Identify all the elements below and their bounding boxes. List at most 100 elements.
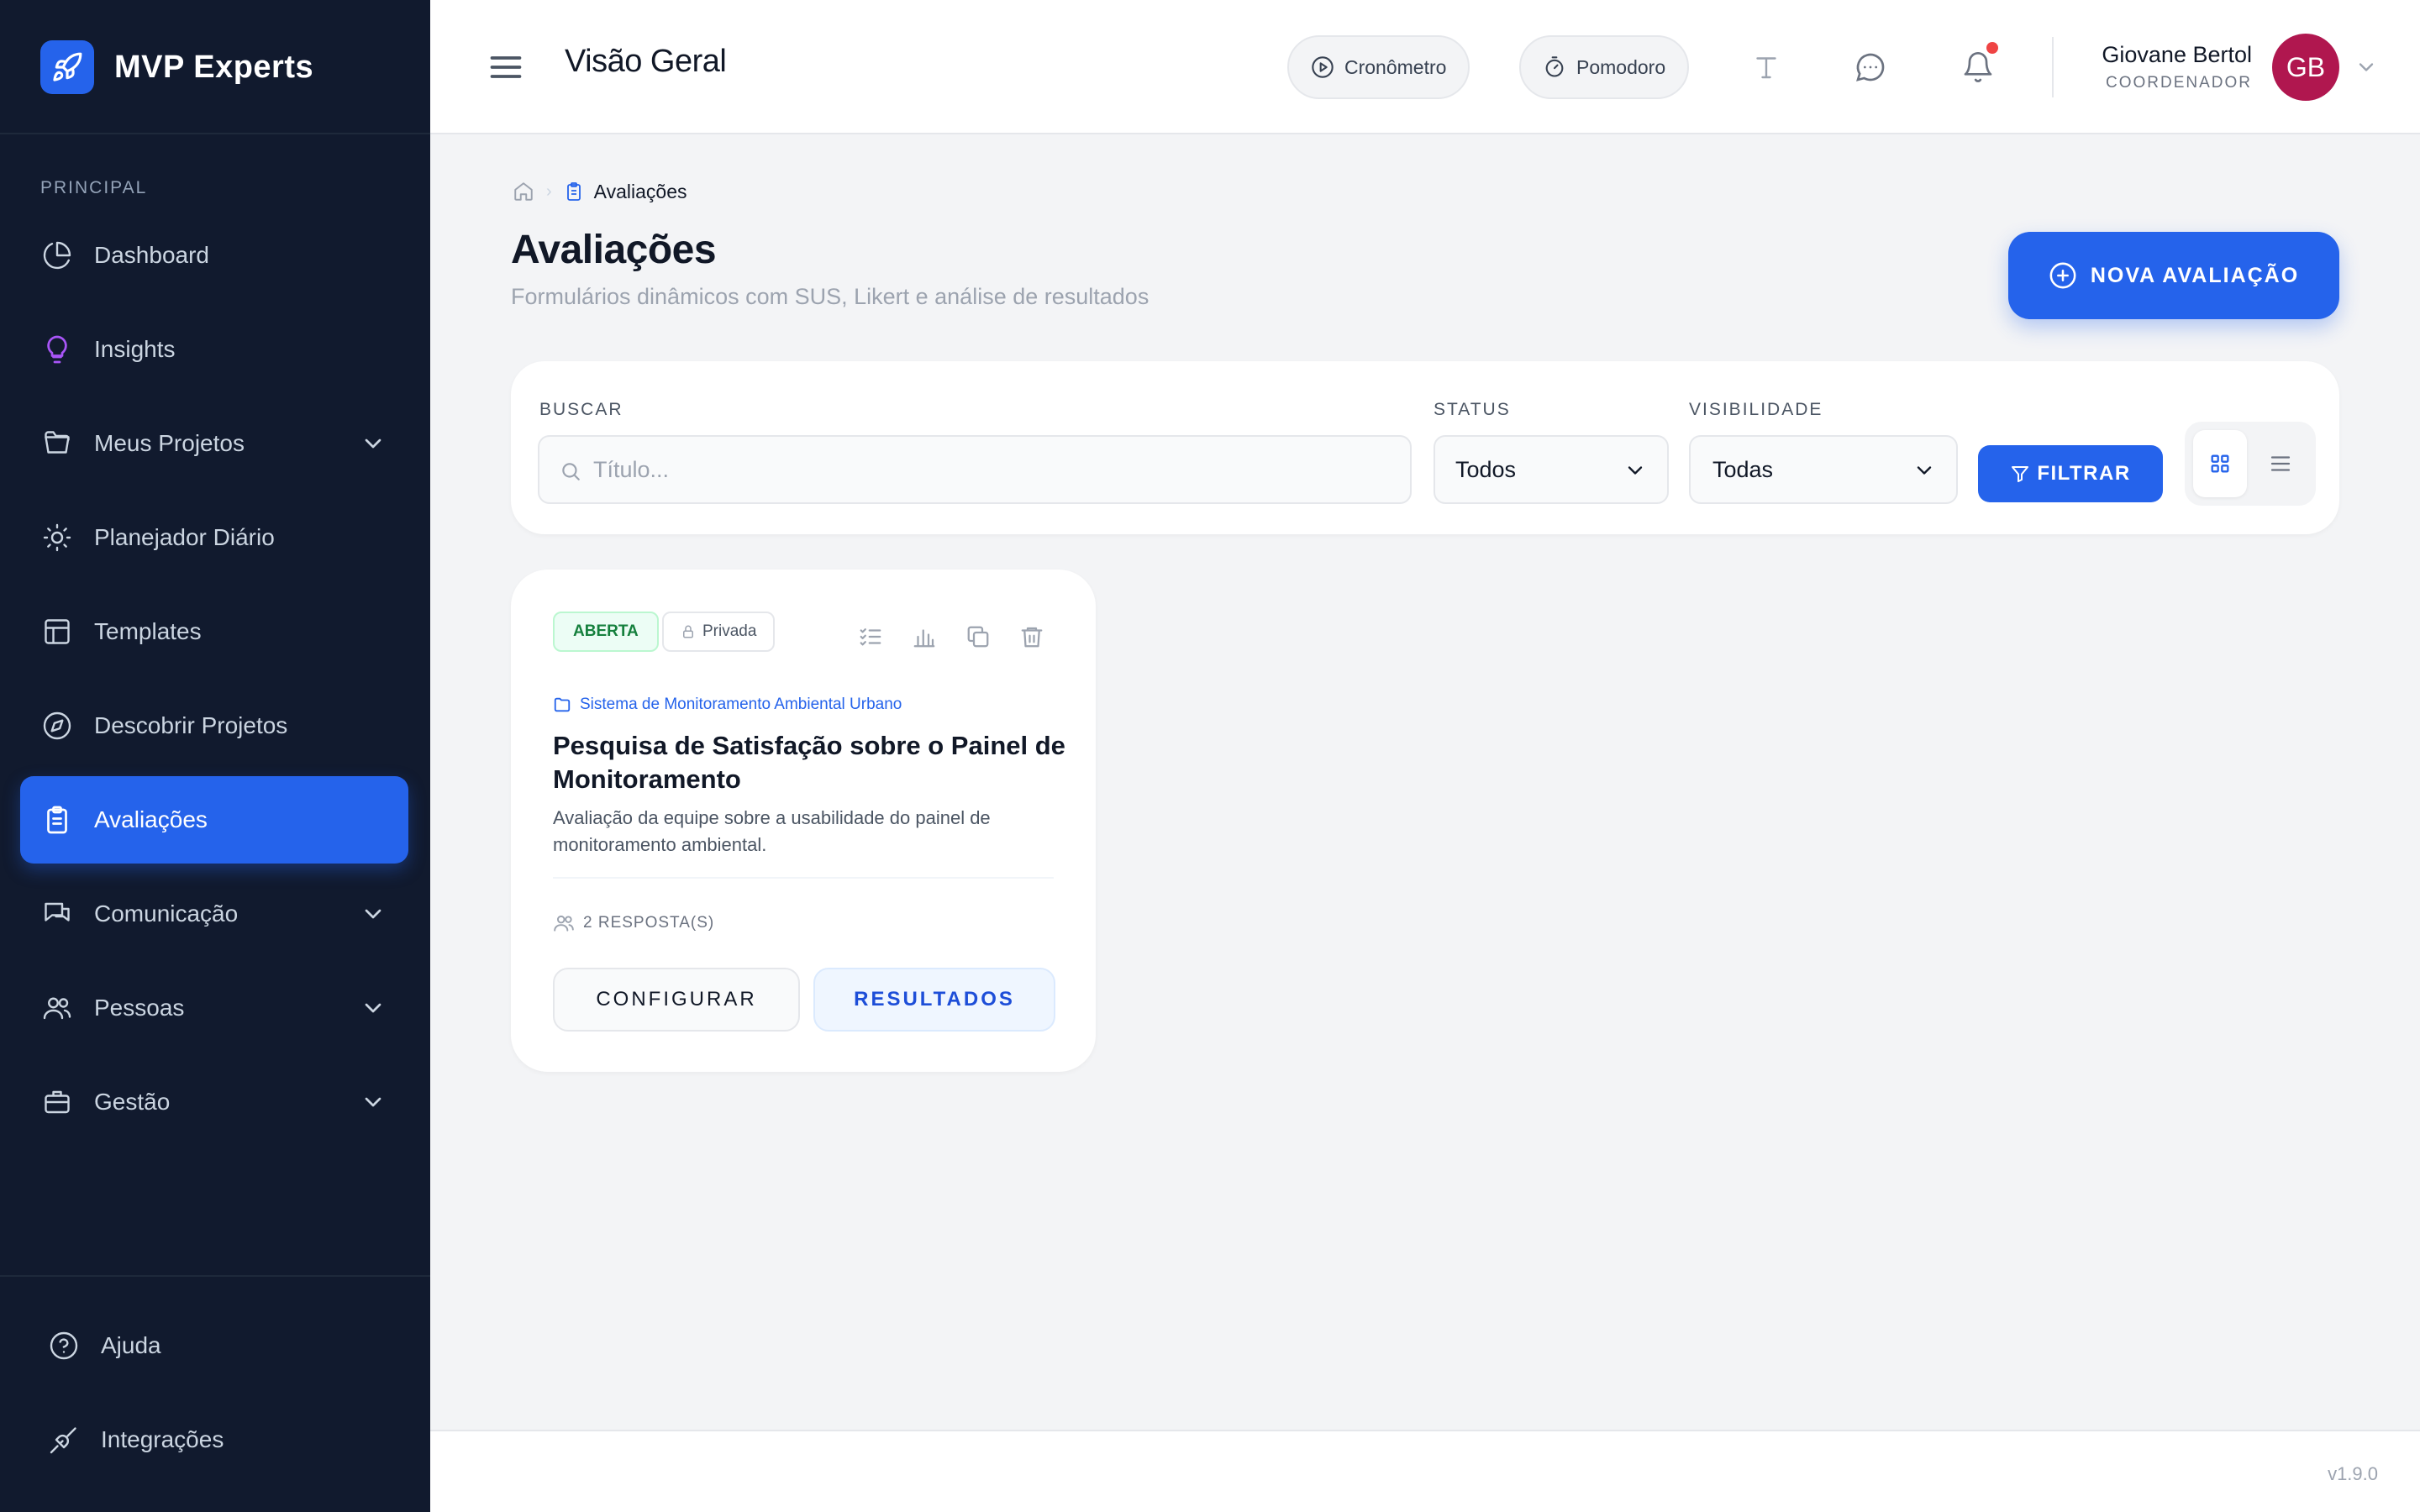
grid-view-button[interactable] bbox=[2193, 430, 2247, 497]
project-link[interactable]: Sistema de Monitoramento Ambiental Urban… bbox=[553, 696, 902, 714]
list-view-button[interactable] bbox=[2254, 430, 2307, 497]
chevron-down-icon bbox=[1917, 466, 1932, 475]
brand-name: MVP Experts bbox=[114, 49, 314, 85]
filter-panel: BUSCAR Título... STATUS Todos VISIBILIDA… bbox=[511, 361, 2339, 534]
clipboard-icon bbox=[566, 182, 581, 201]
chevron-down-icon[interactable] bbox=[2354, 55, 2378, 79]
help-circle-icon bbox=[47, 1329, 81, 1362]
sidebar-item-meus-projetos[interactable]: Meus Projetos bbox=[20, 400, 408, 487]
sidebar-item-label: Templates bbox=[94, 618, 202, 644]
lock-icon bbox=[683, 625, 693, 638]
duplicate-icon[interactable] bbox=[965, 623, 992, 650]
sidebar-item-dashboard[interactable]: Dashboard bbox=[20, 212, 408, 299]
visibility-badge: Privada bbox=[662, 612, 776, 652]
status-value: Todos bbox=[1455, 456, 1517, 482]
status-select[interactable]: Todos bbox=[1434, 435, 1669, 504]
project-name: Sistema de Monitoramento Ambiental Urban… bbox=[580, 696, 902, 713]
results-button[interactable]: RESULTADOS bbox=[813, 968, 1055, 1032]
breadcrumb: › Avaliações bbox=[513, 180, 687, 203]
breadcrumb-separator: › bbox=[546, 181, 552, 201]
filter-icon bbox=[2012, 466, 2029, 482]
chevron-down-icon[interactable] bbox=[360, 1089, 387, 1116]
font-size-icon[interactable] bbox=[1746, 47, 1786, 87]
sidebar: MVP Experts PRINCIPAL Dashboard Insights… bbox=[0, 0, 430, 1512]
brand[interactable]: MVP Experts bbox=[40, 40, 313, 94]
messages-icon[interactable] bbox=[1850, 47, 1891, 87]
sidebar-item-label: Integrações bbox=[101, 1426, 224, 1452]
sun-icon bbox=[40, 521, 74, 554]
card-title[interactable]: Pesquisa de Satisfação sobre o Painel de… bbox=[553, 729, 1065, 796]
card-divider bbox=[553, 877, 1054, 879]
chevron-down-icon[interactable] bbox=[360, 900, 387, 927]
sidebar-item-label: Dashboard bbox=[94, 242, 209, 268]
sidebar-item-avaliacoes[interactable]: Avaliações bbox=[20, 776, 408, 864]
search-icon bbox=[562, 463, 580, 480]
play-circle-icon bbox=[1312, 56, 1334, 78]
filter-button-label: FILTRAR bbox=[2037, 462, 2131, 485]
sidebar-item-gestao[interactable]: Gestão bbox=[20, 1058, 408, 1146]
sidebar-item-pessoas[interactable]: Pessoas bbox=[20, 964, 408, 1052]
menu-icon[interactable] bbox=[487, 49, 524, 86]
evaluation-card[interactable]: ABERTA Privada Sistema de Monitoramento … bbox=[511, 570, 1096, 1072]
sidebar-item-comunicacao[interactable]: Comunicação bbox=[20, 870, 408, 958]
sidebar-item-label: Ajuda bbox=[101, 1332, 161, 1358]
topbar-separator bbox=[2052, 37, 2054, 97]
view-toggle bbox=[2185, 422, 2316, 506]
responses-label: 2 RESPOSTA(S) bbox=[583, 914, 715, 932]
plus-circle-icon bbox=[2049, 262, 2076, 289]
bar-chart-icon[interactable] bbox=[911, 623, 938, 650]
page-section-title: Visão Geral bbox=[565, 44, 727, 79]
responses-count: 2 RESPOSTA(S) bbox=[553, 912, 714, 934]
topbar: Visão Geral Cronômetro Pomodoro Giovane … bbox=[430, 0, 2420, 134]
timer-button[interactable]: Cronômetro bbox=[1287, 35, 1470, 99]
trash-icon[interactable] bbox=[1018, 623, 1045, 650]
sidebar-item-label: Meus Projetos bbox=[94, 430, 245, 456]
section-label: PRINCIPAL bbox=[40, 178, 148, 197]
users-icon bbox=[554, 915, 574, 932]
visibility-value: Todas bbox=[1712, 456, 1774, 482]
timer-label: Cronômetro bbox=[1344, 55, 1447, 78]
status-label: STATUS bbox=[1434, 400, 1511, 419]
user-name[interactable]: Giovane Bertol bbox=[2102, 42, 2252, 68]
search-label: BUSCAR bbox=[539, 400, 623, 419]
page-title: Avaliações bbox=[511, 228, 717, 272]
sidebar-item-label: Planejador Diário bbox=[94, 524, 275, 550]
sidebar-item-label: Gestão bbox=[94, 1089, 171, 1115]
grid-icon bbox=[2211, 454, 2229, 473]
sidebar-divider bbox=[0, 1275, 430, 1277]
stopwatch-icon bbox=[1545, 56, 1564, 77]
chevron-down-icon[interactable] bbox=[360, 430, 387, 457]
chat-icon bbox=[40, 897, 74, 931]
chevron-down-icon[interactable] bbox=[360, 995, 387, 1021]
sidebar-item-insights[interactable]: Insights bbox=[20, 306, 408, 393]
notification-dot bbox=[1986, 42, 1998, 54]
pomodoro-button[interactable]: Pomodoro bbox=[1519, 35, 1690, 99]
configure-button[interactable]: CONFIGURAR bbox=[553, 968, 800, 1032]
questions-icon[interactable] bbox=[857, 623, 884, 650]
folder-icon bbox=[40, 427, 74, 460]
avatar[interactable]: GB bbox=[2272, 34, 2339, 101]
sidebar-item-integracoes[interactable]: Integrações bbox=[20, 1396, 408, 1483]
footer: v1.9.0 bbox=[430, 1430, 2420, 1512]
new-evaluation-button[interactable]: NOVA AVALIAÇÃO bbox=[2008, 232, 2339, 319]
sidebar-item-label: Pessoas bbox=[94, 995, 185, 1021]
visibility-select[interactable]: Todas bbox=[1689, 435, 1958, 504]
sidebar-item-descobrir-projetos[interactable]: Descobrir Projetos bbox=[20, 682, 408, 769]
search-input[interactable]: Título... bbox=[538, 435, 1412, 504]
home-icon[interactable] bbox=[513, 181, 534, 202]
sidebar-item-ajuda[interactable]: Ajuda bbox=[20, 1302, 408, 1389]
sidebar-item-templates[interactable]: Templates bbox=[20, 588, 408, 675]
compass-icon bbox=[40, 709, 74, 743]
briefcase-icon bbox=[40, 1085, 74, 1119]
pie-chart-icon bbox=[40, 239, 74, 272]
card-description: Avaliação da equipe sobre a usabilidade … bbox=[553, 807, 991, 855]
status-badge: ABERTA bbox=[553, 612, 659, 652]
visibility-label: VISIBILIDADE bbox=[1689, 400, 1823, 419]
folder-icon bbox=[554, 697, 571, 712]
sidebar-item-label: Avaliações bbox=[94, 806, 208, 832]
plug-icon bbox=[47, 1423, 81, 1457]
new-evaluation-label: NOVA AVALIAÇÃO bbox=[2090, 263, 2300, 287]
sidebar-item-planejador-diario[interactable]: Planejador Diário bbox=[20, 494, 408, 581]
users-icon bbox=[40, 991, 74, 1025]
filter-button[interactable]: FILTRAR bbox=[1978, 445, 2163, 502]
